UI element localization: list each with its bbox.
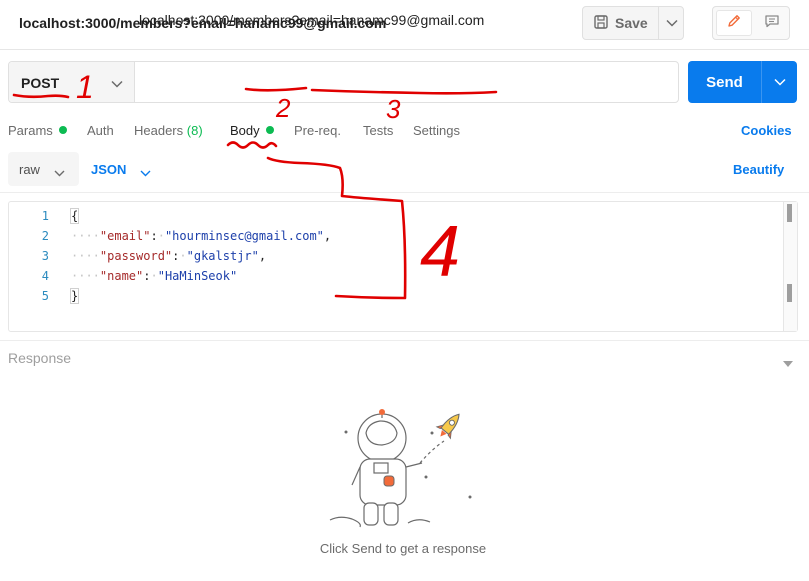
annotation-underline-method: [12, 93, 70, 99]
annotation-label: 2: [275, 93, 291, 123]
annotation-label: 4: [420, 212, 460, 292]
annotation-bracket-body: [266, 156, 407, 300]
annotation-label: 3: [386, 94, 401, 124]
annotation-underline-query: [310, 88, 498, 95]
annotation-overlay: 1 2 3 4: [12, 69, 498, 300]
annotation-underline-body: [226, 141, 278, 149]
annotation-label: 1: [76, 69, 94, 105]
annotation-underline-path: [244, 86, 308, 92]
